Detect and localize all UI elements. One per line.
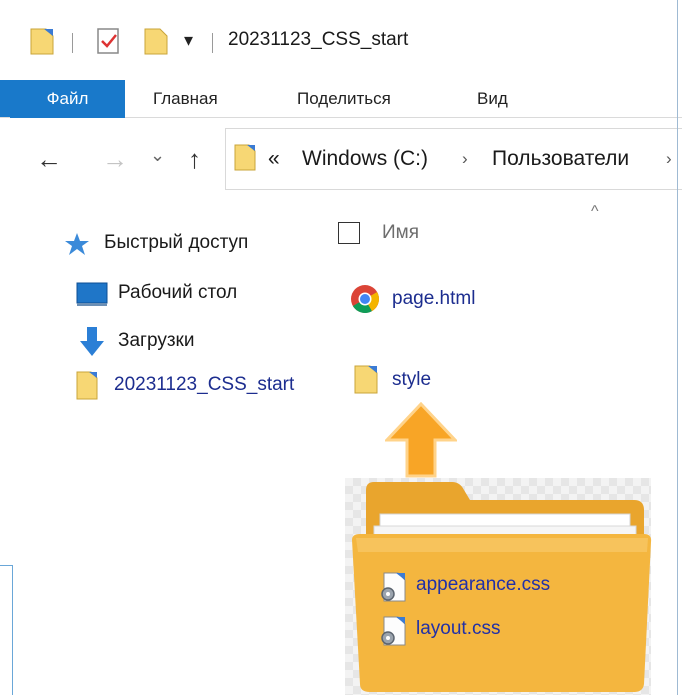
ribbon-tabs: Файл Главная Поделиться Вид <box>0 80 682 118</box>
star-icon <box>64 232 90 261</box>
breadcrumb-windows-c[interactable]: Windows (C:) <box>302 147 428 171</box>
up-arrow-callout-icon <box>383 401 459 483</box>
column-header-name[interactable]: Имя <box>382 222 419 244</box>
folder-icon[interactable] <box>30 27 54 60</box>
desktop-icon <box>76 282 108 313</box>
folder-icon <box>76 370 98 405</box>
nav-item-label: Быстрый доступ <box>104 232 249 253</box>
file-item-label: appearance.css <box>416 574 551 595</box>
address-overflow[interactable]: « <box>268 147 280 171</box>
select-all-checkbox[interactable] <box>338 222 360 244</box>
nav-item-label: Загрузки <box>118 330 195 351</box>
properties-check-icon[interactable] <box>96 27 122 60</box>
breadcrumb-separator[interactable]: › <box>666 149 672 169</box>
toolbar-separator <box>212 33 213 53</box>
file-item-page-html[interactable]: page.html <box>350 282 550 316</box>
file-item-style-folder[interactable]: style <box>354 362 504 396</box>
file-item-appearance-css[interactable]: appearance.css <box>378 572 618 602</box>
chrome-icon <box>350 284 380 319</box>
up-button[interactable]: ↑ <box>188 144 201 174</box>
window-title: 20231123_CSS_start <box>228 29 409 50</box>
folder-icon <box>354 364 378 399</box>
sort-indicator[interactable]: ^ <box>591 203 599 221</box>
tab-view[interactable]: Вид <box>477 80 508 118</box>
css-file-icon <box>378 572 408 607</box>
file-item-label: layout.css <box>416 618 501 639</box>
back-button[interactable]: ← <box>36 144 62 174</box>
address-bar[interactable]: « Windows (C:) › Пользователи › <box>225 128 682 190</box>
tab-share[interactable]: Поделиться <box>297 80 391 118</box>
tab-file[interactable]: Файл <box>10 80 125 118</box>
nav-item-downloads[interactable]: Загрузки <box>0 324 330 360</box>
toolbar-separator <box>72 33 73 53</box>
recent-locations-button[interactable]: ⌄ <box>150 140 165 170</box>
nav-item-current-folder[interactable]: 20231123_CSS_start <box>0 368 330 404</box>
dropdown-glyph: ▾ <box>184 30 194 50</box>
nav-item-desktop[interactable]: Рабочий стол <box>0 278 330 314</box>
nav-item-label: Рабочий стол <box>118 282 238 303</box>
pane-divider <box>12 565 13 695</box>
breadcrumb-separator[interactable]: › <box>462 149 468 169</box>
nav-item-label: 20231123_CSS_start <box>114 374 295 395</box>
file-item-layout-css[interactable]: layout.css <box>378 616 618 646</box>
customize-dropdown-icon[interactable]: ▾ <box>184 30 193 51</box>
download-arrow-icon <box>78 326 106 363</box>
css-file-icon <box>378 616 408 651</box>
breadcrumb-users[interactable]: Пользователи <box>492 147 629 171</box>
window-edge <box>677 0 678 695</box>
file-item-label: style <box>392 369 432 390</box>
forward-button[interactable]: → <box>102 144 128 174</box>
nav-item-quick-access[interactable]: Быстрый доступ <box>0 228 330 264</box>
file-item-label: page.html <box>392 288 476 309</box>
title-bar: ▾ 20231123_CSS_start <box>0 0 682 80</box>
new-folder-icon[interactable] <box>144 27 168 60</box>
folder-icon <box>234 143 256 176</box>
tab-home[interactable]: Главная <box>153 80 218 118</box>
